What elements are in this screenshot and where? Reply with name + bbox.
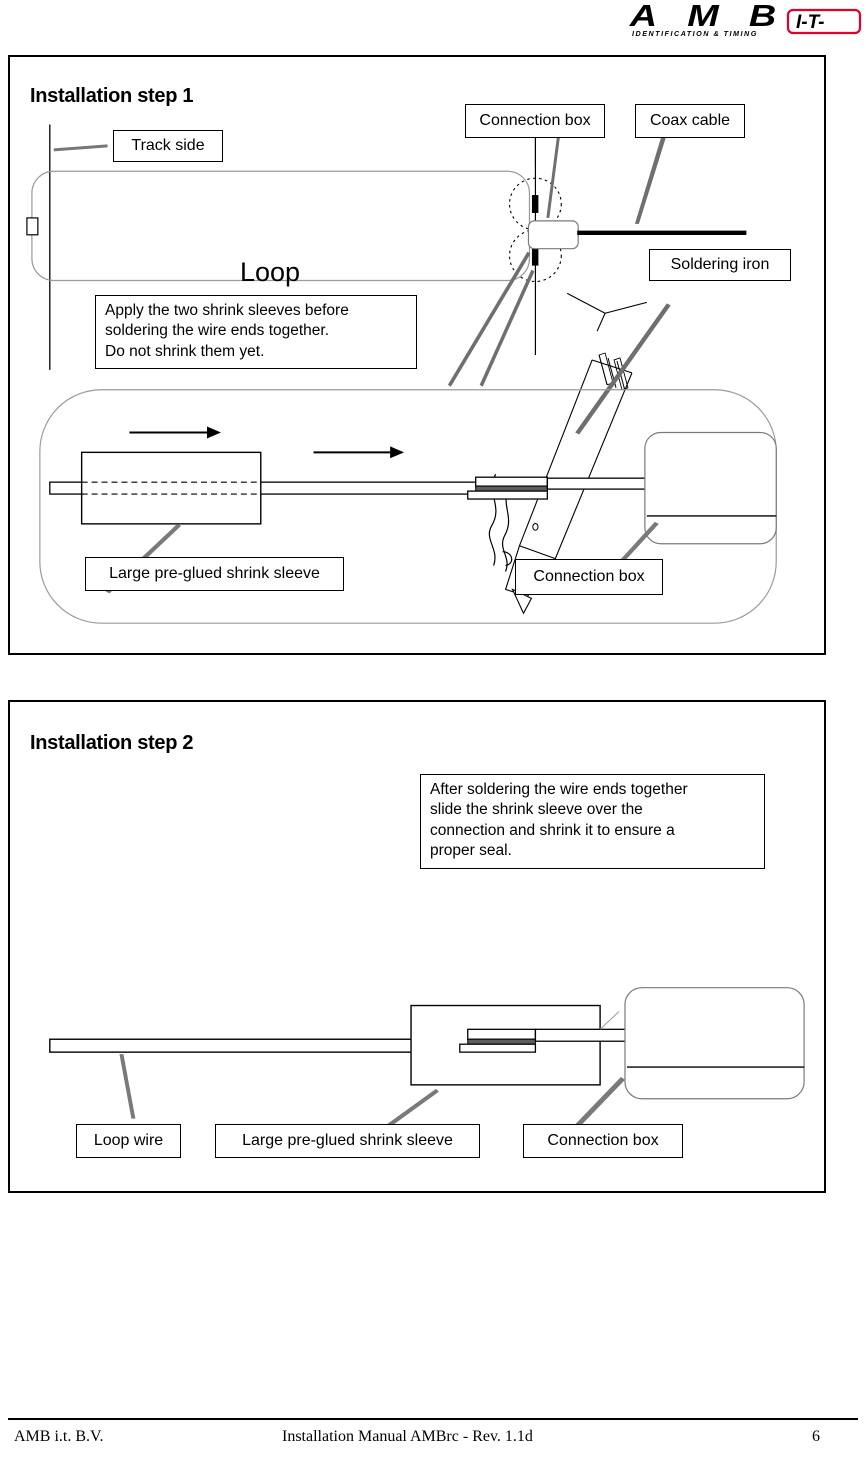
junction-upper-wire (475, 476, 549, 487)
logo-subtitle-text: IDENTIFICATION & TIMING (632, 29, 758, 38)
step2-junction-upper (467, 1028, 537, 1040)
step-2-note-line-1: After soldering the wire ends together (430, 781, 688, 798)
callout-shrink-sleeve[interactable]: Large pre-glued shrink sleeve (85, 557, 344, 591)
connection-box-body (527, 220, 579, 250)
junction-lower-wire (467, 490, 549, 500)
step2-sleeve-box-link (599, 1011, 620, 1030)
callout-step2-shrink-sleeve[interactable]: Large pre-glued shrink sleeve (215, 1124, 480, 1158)
callout-connection-box-bottom[interactable]: Connection box (515, 559, 663, 595)
slide-arrow-2 (313, 446, 405, 459)
shrink-sleeve-body (80, 451, 262, 525)
step-1-note-line-3: Do not shrink them yet. (105, 342, 265, 360)
step-1-note-line-1: Apply the two shrink sleeves before (105, 302, 349, 319)
footer-manual-title: Installation Manual AMBrc - Rev. 1.1d (282, 1428, 533, 1445)
callout-connection-box-top[interactable]: Connection box (465, 104, 605, 138)
track-side-leader (53, 144, 108, 152)
footer-company: AMB i.t. B.V. (14, 1428, 104, 1445)
junction-solder (475, 485, 548, 492)
loop-terminal-square (26, 217, 39, 236)
step2-loop-wire (49, 1038, 427, 1053)
step-1-note-line-2: soldering the wire ends together. (105, 322, 330, 340)
amb-logo-svg: AMB IDENTIFICATION & TIMING I-T- (629, 0, 862, 38)
callout-step2-connection-box[interactable]: Connection box (523, 1124, 683, 1158)
footer-page-number: 6 (812, 1428, 820, 1445)
step2-connection-box (624, 987, 805, 1100)
amb-logo: AMB IDENTIFICATION & TIMING I-T- (620, 0, 866, 42)
logo-badge-text: I-T- (796, 12, 825, 33)
contact-block-top (531, 195, 539, 213)
step2-wire-right (534, 1028, 629, 1042)
loop-wire-right (546, 477, 648, 490)
document-page: AMB IDENTIFICATION & TIMING I-T- Install… (0, 0, 866, 1462)
loop-label: Loop (240, 257, 301, 287)
installation-step-2-panel: Installation step 2 After soldering the … (8, 700, 826, 1193)
callout-coax-cable[interactable]: Coax cable (635, 104, 745, 138)
step2-junction-lower (459, 1043, 537, 1053)
contact-block-bottom (531, 247, 539, 266)
step-2-note-line-4: proper seal. (430, 842, 512, 860)
step-2-note-line-3: connection and shrink it to ensure a (430, 821, 675, 839)
callout-track-side[interactable]: Track side (113, 130, 223, 162)
step-2-note: After soldering the wire ends together s… (420, 774, 765, 869)
step-1-note: Apply the two shrink sleeves before sold… (95, 295, 417, 370)
soldering-iron-leader (575, 303, 671, 435)
connection-box-right (644, 431, 777, 545)
footer-divider (8, 1418, 858, 1420)
installation-step-1-panel: Installation step 1 Track side Connectio… (8, 55, 826, 655)
step2-loop-wire-leader (119, 1054, 136, 1119)
step-2-note-line-2: slide the shrink sleeve over the (430, 801, 643, 819)
callout-loop-wire[interactable]: Loop wire (76, 1124, 181, 1158)
slide-arrow-1 (129, 426, 221, 439)
step2-junction-solder (467, 1038, 536, 1045)
callout-soldering-iron[interactable]: Soldering iron (649, 249, 791, 281)
